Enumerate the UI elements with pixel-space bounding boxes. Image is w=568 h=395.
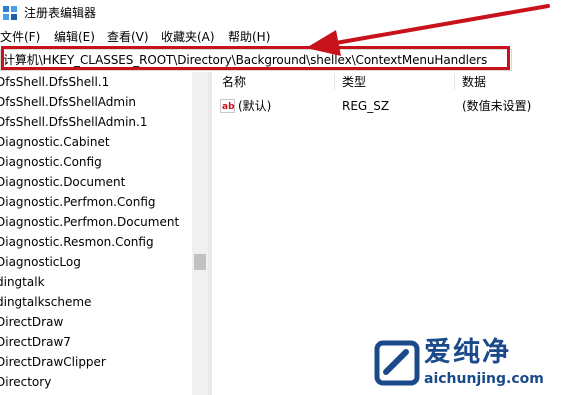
tree-item[interactable]: DirectDrawClipper	[0, 352, 106, 372]
regedit-icon	[3, 6, 17, 20]
title-bar: 注册表编辑器	[0, 0, 568, 27]
tree-item[interactable]: DiagnosticLog	[0, 252, 81, 272]
menu-help[interactable]: 帮助(H)	[228, 29, 270, 45]
watermark-logo: 爱纯净 aichunjing.com	[370, 338, 568, 395]
tree-scrollbar[interactable]	[192, 72, 208, 395]
menu-view[interactable]: 查看(V)	[107, 29, 149, 45]
watermark-url: aichunjing.com	[424, 371, 544, 387]
scrollbar-thumb[interactable]	[194, 254, 206, 270]
tree-item[interactable]: Diagnostic.Perfmon.Document	[0, 212, 179, 232]
tree-item[interactable]: Diagnostic.Resmon.Config	[0, 232, 154, 252]
string-value-icon: ab	[220, 99, 235, 113]
column-separator[interactable]	[454, 74, 455, 90]
value-data: (数值未设置)	[462, 99, 532, 113]
tree-item[interactable]: Diagnostic.Perfmon.Config	[0, 192, 156, 212]
tree-item[interactable]: Directory	[0, 372, 51, 392]
menu-favorites[interactable]: 收藏夹(A)	[161, 29, 215, 45]
column-header-data[interactable]: 数据	[462, 72, 486, 92]
tree-item[interactable]: Diagnostic.Config	[0, 152, 102, 172]
tree-item[interactable]: DfsShell.DfsShellAdmin	[0, 92, 136, 112]
svg-text:ab: ab	[222, 102, 235, 112]
watermark-mark-icon	[374, 340, 420, 386]
watermark-text: 爱纯净	[424, 337, 511, 368]
tree-item[interactable]: DirectDraw7	[0, 332, 71, 352]
tree-item[interactable]: Diagnostic.Cabinet	[0, 132, 110, 152]
tree-item[interactable]: DfsShell.DfsShellAdmin.1	[0, 112, 148, 132]
column-header-type[interactable]: 类型	[342, 72, 366, 92]
tree-item[interactable]: Diagnostic.Document	[0, 172, 125, 192]
value-name[interactable]: (默认)	[238, 98, 271, 114]
column-separator[interactable]	[334, 74, 335, 90]
tree-item[interactable]: dingtalk	[0, 272, 45, 292]
tree-item[interactable]: DirectDraw	[0, 312, 63, 332]
menu-file[interactable]: 文件(F)	[0, 29, 40, 45]
column-header-name[interactable]: 名称	[222, 72, 246, 92]
menu-bar: 文件(F) 编辑(E) 查看(V) 收藏夹(A) 帮助(H)	[0, 27, 568, 48]
tree-item[interactable]: DfsShell.DfsShell.1	[0, 72, 109, 92]
menu-edit[interactable]: 编辑(E)	[54, 29, 95, 45]
registry-tree: DfsShell.DfsShell.1 DfsShell.DfsShellAdm…	[0, 72, 192, 395]
value-type: REG_SZ	[342, 99, 390, 113]
tree-item[interactable]: dingtalkscheme	[0, 292, 91, 312]
window-title: 注册表编辑器	[24, 6, 97, 20]
annotation-highlight-box	[1, 46, 510, 70]
